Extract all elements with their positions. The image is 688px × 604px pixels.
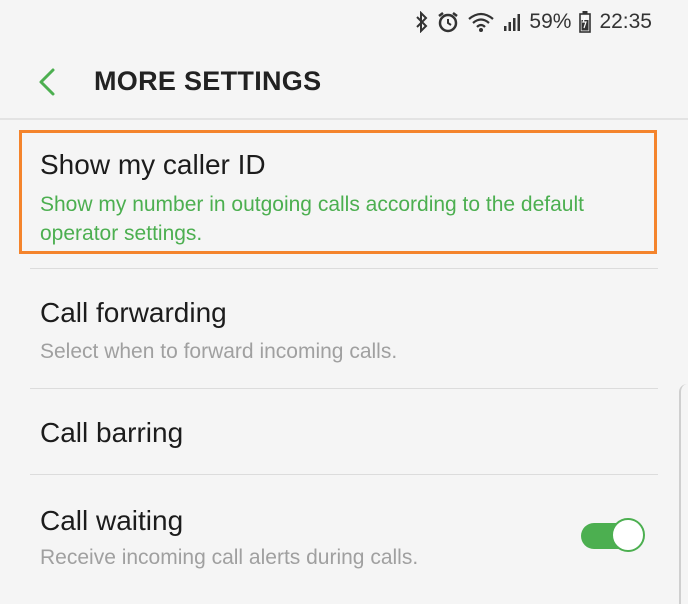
toggle-knob (611, 518, 645, 552)
status-bar: 59% 22:35 (0, 0, 688, 44)
wifi-icon (467, 11, 495, 33)
setting-summary: Show my number in outgoing calls accordi… (40, 193, 584, 245)
battery-icon (579, 11, 592, 33)
scroll-indicator (679, 384, 688, 604)
bluetooth-icon (415, 11, 429, 33)
setting-title: Call forwarding (40, 297, 227, 328)
setting-summary: Receive incoming call alerts during call… (40, 546, 419, 569)
app-bar: MORE SETTINGS (0, 44, 688, 120)
battery-percent: 59% (529, 10, 572, 33)
page-title: MORE SETTINGS (94, 66, 322, 96)
setting-title: Call barring (40, 417, 184, 448)
signal-icon (503, 12, 521, 32)
setting-title: Call waiting (40, 505, 184, 536)
clock: 22:35 (599, 10, 652, 33)
setting-show-caller-id[interactable]: Show my caller ID Show my number in outg… (0, 131, 688, 269)
setting-summary: Select when to forward incoming calls. (40, 340, 398, 363)
setting-call-forwarding[interactable]: Call forwarding Select when to forward i… (0, 269, 688, 389)
call-waiting-toggle[interactable] (581, 518, 645, 554)
setting-call-barring[interactable]: Call barring (0, 389, 688, 475)
header-divider (0, 118, 688, 120)
back-button[interactable] (30, 64, 64, 100)
setting-title: Show my caller ID (40, 149, 266, 180)
chevron-left-icon (39, 68, 55, 96)
alarm-icon (437, 11, 459, 33)
